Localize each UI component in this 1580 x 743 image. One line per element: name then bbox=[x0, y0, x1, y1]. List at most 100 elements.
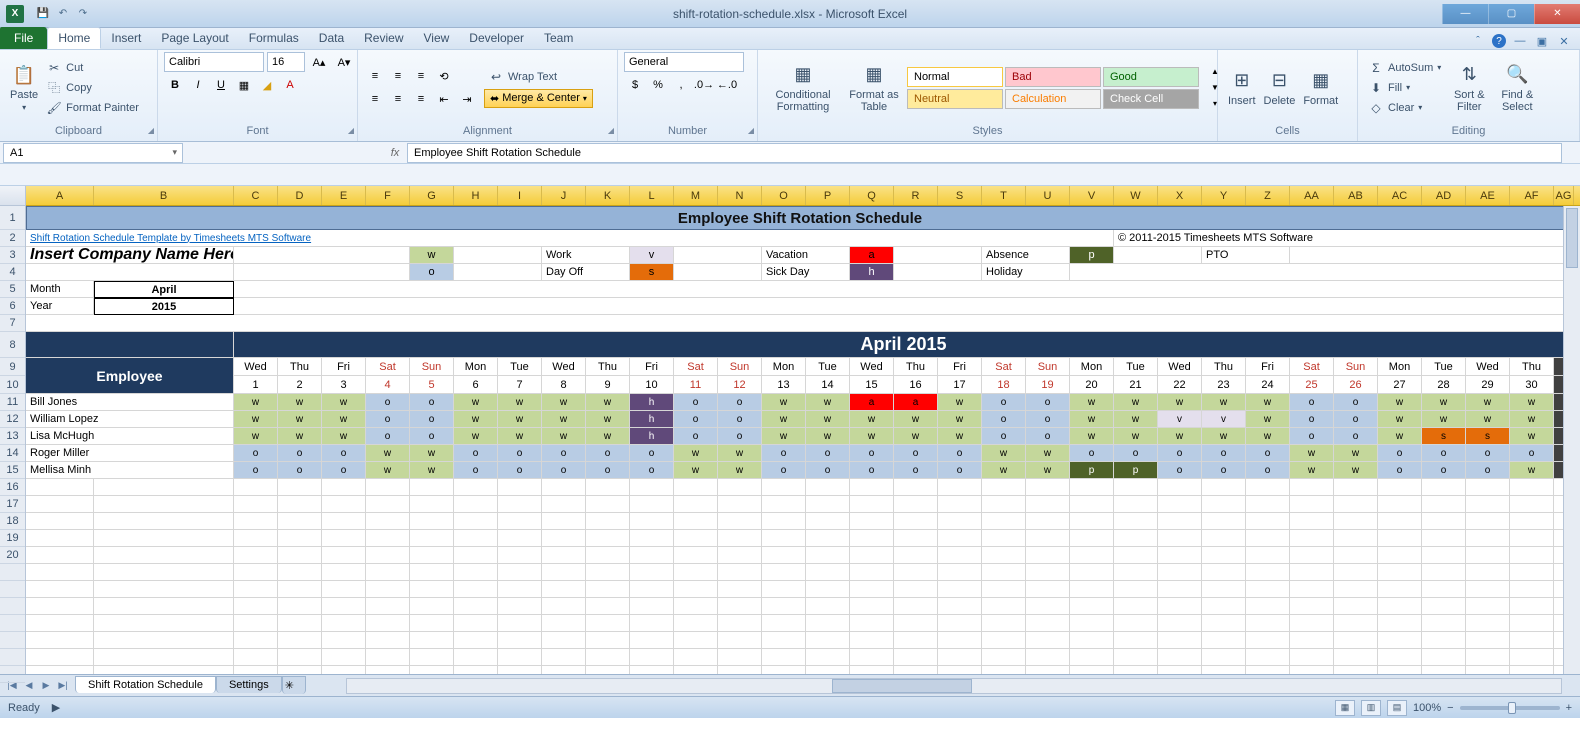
cell[interactable] bbox=[806, 615, 850, 632]
cell[interactable] bbox=[542, 581, 586, 598]
currency-icon[interactable]: $ bbox=[624, 75, 646, 95]
col-header[interactable]: R bbox=[894, 186, 938, 205]
cell[interactable]: a bbox=[850, 247, 894, 264]
cell[interactable]: Fri bbox=[322, 358, 366, 376]
cell[interactable] bbox=[278, 649, 322, 666]
cell[interactable] bbox=[1422, 547, 1466, 564]
cell[interactable]: 10 bbox=[630, 376, 674, 394]
cell[interactable] bbox=[1422, 564, 1466, 581]
cell[interactable] bbox=[674, 564, 718, 581]
cell[interactable]: w bbox=[762, 394, 806, 411]
col-header[interactable]: F bbox=[366, 186, 410, 205]
cell[interactable] bbox=[366, 479, 410, 496]
cell[interactable] bbox=[1158, 666, 1202, 674]
cell[interactable] bbox=[630, 547, 674, 564]
col-header[interactable]: M bbox=[674, 186, 718, 205]
cell[interactable]: w bbox=[586, 411, 630, 428]
cell[interactable] bbox=[322, 598, 366, 615]
cell[interactable] bbox=[498, 564, 542, 581]
conditional-formatting-button[interactable]: ▦Conditional Formatting bbox=[764, 61, 842, 115]
cell[interactable]: Employee Shift Rotation Schedule bbox=[26, 206, 1574, 230]
redo-icon[interactable]: ↷ bbox=[74, 5, 92, 23]
cell[interactable]: 19 bbox=[1026, 376, 1070, 394]
cell[interactable]: v bbox=[1158, 411, 1202, 428]
cell[interactable] bbox=[1466, 479, 1510, 496]
cell[interactable]: w bbox=[806, 411, 850, 428]
cell[interactable] bbox=[806, 479, 850, 496]
cell[interactable] bbox=[718, 547, 762, 564]
cell[interactable] bbox=[806, 496, 850, 513]
cell[interactable]: w bbox=[1158, 394, 1202, 411]
cell[interactable]: w bbox=[938, 428, 982, 445]
cell[interactable] bbox=[410, 632, 454, 649]
cell[interactable] bbox=[1422, 615, 1466, 632]
cell[interactable]: h bbox=[630, 394, 674, 411]
cell[interactable] bbox=[938, 649, 982, 666]
cell[interactable] bbox=[718, 479, 762, 496]
cell[interactable] bbox=[366, 564, 410, 581]
cell[interactable] bbox=[234, 513, 278, 530]
col-header[interactable]: I bbox=[498, 186, 542, 205]
cell[interactable] bbox=[1422, 530, 1466, 547]
cell[interactable] bbox=[1070, 530, 1114, 547]
cell[interactable] bbox=[498, 598, 542, 615]
col-header[interactable]: E bbox=[322, 186, 366, 205]
cell[interactable] bbox=[1334, 649, 1378, 666]
cell[interactable]: Absence bbox=[982, 247, 1070, 264]
cell[interactable] bbox=[894, 632, 938, 649]
cell[interactable] bbox=[674, 264, 762, 281]
cell[interactable] bbox=[1334, 479, 1378, 496]
close-button[interactable]: ✕ bbox=[1534, 4, 1580, 24]
cell[interactable] bbox=[542, 513, 586, 530]
col-header[interactable]: K bbox=[586, 186, 630, 205]
cell[interactable] bbox=[234, 530, 278, 547]
cell[interactable] bbox=[94, 598, 234, 615]
cell[interactable] bbox=[234, 564, 278, 581]
cell[interactable] bbox=[410, 598, 454, 615]
cell[interactable] bbox=[1466, 530, 1510, 547]
cell[interactable] bbox=[718, 530, 762, 547]
cell[interactable]: o bbox=[1466, 445, 1510, 462]
cell[interactable] bbox=[1070, 547, 1114, 564]
cell[interactable] bbox=[278, 530, 322, 547]
cell[interactable]: w bbox=[1378, 411, 1422, 428]
cell[interactable] bbox=[894, 264, 982, 281]
cell[interactable]: w bbox=[1026, 445, 1070, 462]
cell[interactable]: w bbox=[894, 428, 938, 445]
cell[interactable] bbox=[1290, 247, 1574, 264]
cell[interactable] bbox=[410, 649, 454, 666]
next-sheet-icon[interactable]: ▶ bbox=[38, 678, 54, 694]
cell[interactable]: w bbox=[762, 411, 806, 428]
cell[interactable] bbox=[630, 615, 674, 632]
format-painter-button[interactable]: 🖌Format Painter bbox=[42, 99, 143, 117]
ribbon-tab-home[interactable]: Home bbox=[47, 27, 101, 49]
cell[interactable]: 8 bbox=[542, 376, 586, 394]
col-header[interactable]: Y bbox=[1202, 186, 1246, 205]
cell[interactable] bbox=[1158, 547, 1202, 564]
style-good[interactable]: Good bbox=[1103, 67, 1199, 87]
fill-button[interactable]: ⬇Fill▾ bbox=[1364, 79, 1445, 97]
cell[interactable] bbox=[278, 666, 322, 674]
cell[interactable] bbox=[1422, 598, 1466, 615]
cell[interactable] bbox=[454, 547, 498, 564]
cell[interactable] bbox=[1202, 615, 1246, 632]
cell[interactable]: w bbox=[586, 428, 630, 445]
cell[interactable] bbox=[1026, 649, 1070, 666]
cell[interactable]: w bbox=[410, 247, 454, 264]
cell[interactable] bbox=[1466, 666, 1510, 674]
merge-center-button[interactable]: ⬌Merge & Center▾ bbox=[484, 89, 593, 108]
cell[interactable]: o bbox=[234, 445, 278, 462]
cell[interactable] bbox=[26, 530, 94, 547]
cell[interactable] bbox=[938, 513, 982, 530]
cell[interactable]: o bbox=[1466, 462, 1510, 479]
cell[interactable]: o bbox=[410, 428, 454, 445]
cell[interactable] bbox=[1026, 547, 1070, 564]
cell[interactable] bbox=[894, 598, 938, 615]
cell[interactable] bbox=[718, 581, 762, 598]
cell[interactable] bbox=[850, 547, 894, 564]
cell[interactable] bbox=[366, 513, 410, 530]
cell[interactable] bbox=[542, 632, 586, 649]
cell[interactable] bbox=[234, 581, 278, 598]
cell[interactable]: 24 bbox=[1246, 376, 1290, 394]
cell[interactable]: w bbox=[542, 411, 586, 428]
